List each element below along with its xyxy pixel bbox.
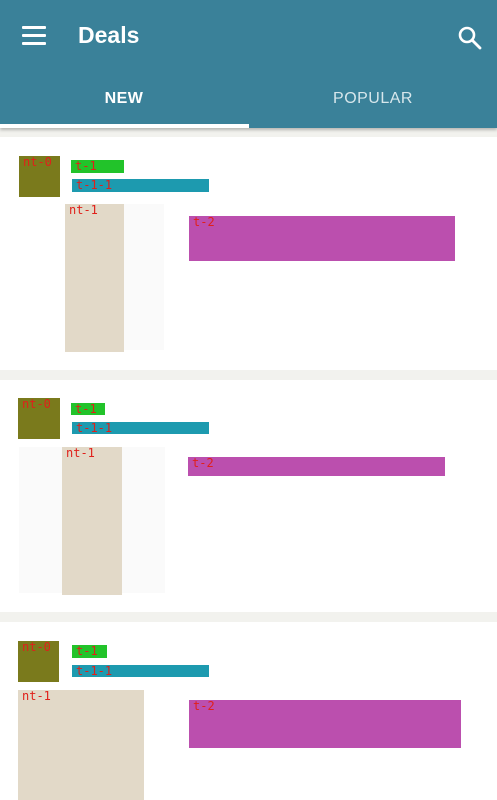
deal-image[interactable]: nt-1 xyxy=(65,204,124,352)
deal-image[interactable]: nt-1 xyxy=(62,447,122,595)
deal-card[interactable]: nt-0 t-1 t-1-1 nt-1 t-2 xyxy=(0,380,497,612)
deal-title[interactable]: t-1 xyxy=(71,403,105,416)
deal-card[interactable]: nt-0 t-1 t-1-1 nt-1 t-2 xyxy=(0,622,497,800)
menu-button[interactable] xyxy=(22,26,46,46)
deal-subtitle: t-1-1 xyxy=(72,179,209,192)
hamburger-menu-icon xyxy=(22,26,46,29)
deal-description: t-2 xyxy=(189,216,455,261)
deal-card[interactable]: nt-0 t-1 t-1-1 nt-1 t-2 xyxy=(0,137,497,370)
deal-description: t-2 xyxy=(189,700,461,748)
deal-avatar: nt-0 xyxy=(18,641,59,682)
tab-indicator xyxy=(0,124,249,128)
deal-image[interactable]: nt-1 xyxy=(18,690,144,800)
deal-avatar: nt-0 xyxy=(19,156,60,197)
deal-description: t-2 xyxy=(188,457,445,476)
search-icon xyxy=(458,26,482,50)
deal-title[interactable]: t-1 xyxy=(72,645,107,658)
search-button[interactable] xyxy=(456,24,484,52)
deal-subtitle: t-1-1 xyxy=(72,422,209,435)
deal-avatar: nt-0 xyxy=(18,398,60,439)
tab-popular[interactable]: POPULAR xyxy=(249,78,497,126)
page-title: Deals xyxy=(78,22,140,48)
tab-new[interactable]: NEW xyxy=(0,78,248,126)
app-bar: Deals NEW POPULAR xyxy=(0,0,497,128)
deal-title[interactable]: t-1 xyxy=(71,160,124,173)
deal-subtitle: t-1-1 xyxy=(72,665,209,678)
